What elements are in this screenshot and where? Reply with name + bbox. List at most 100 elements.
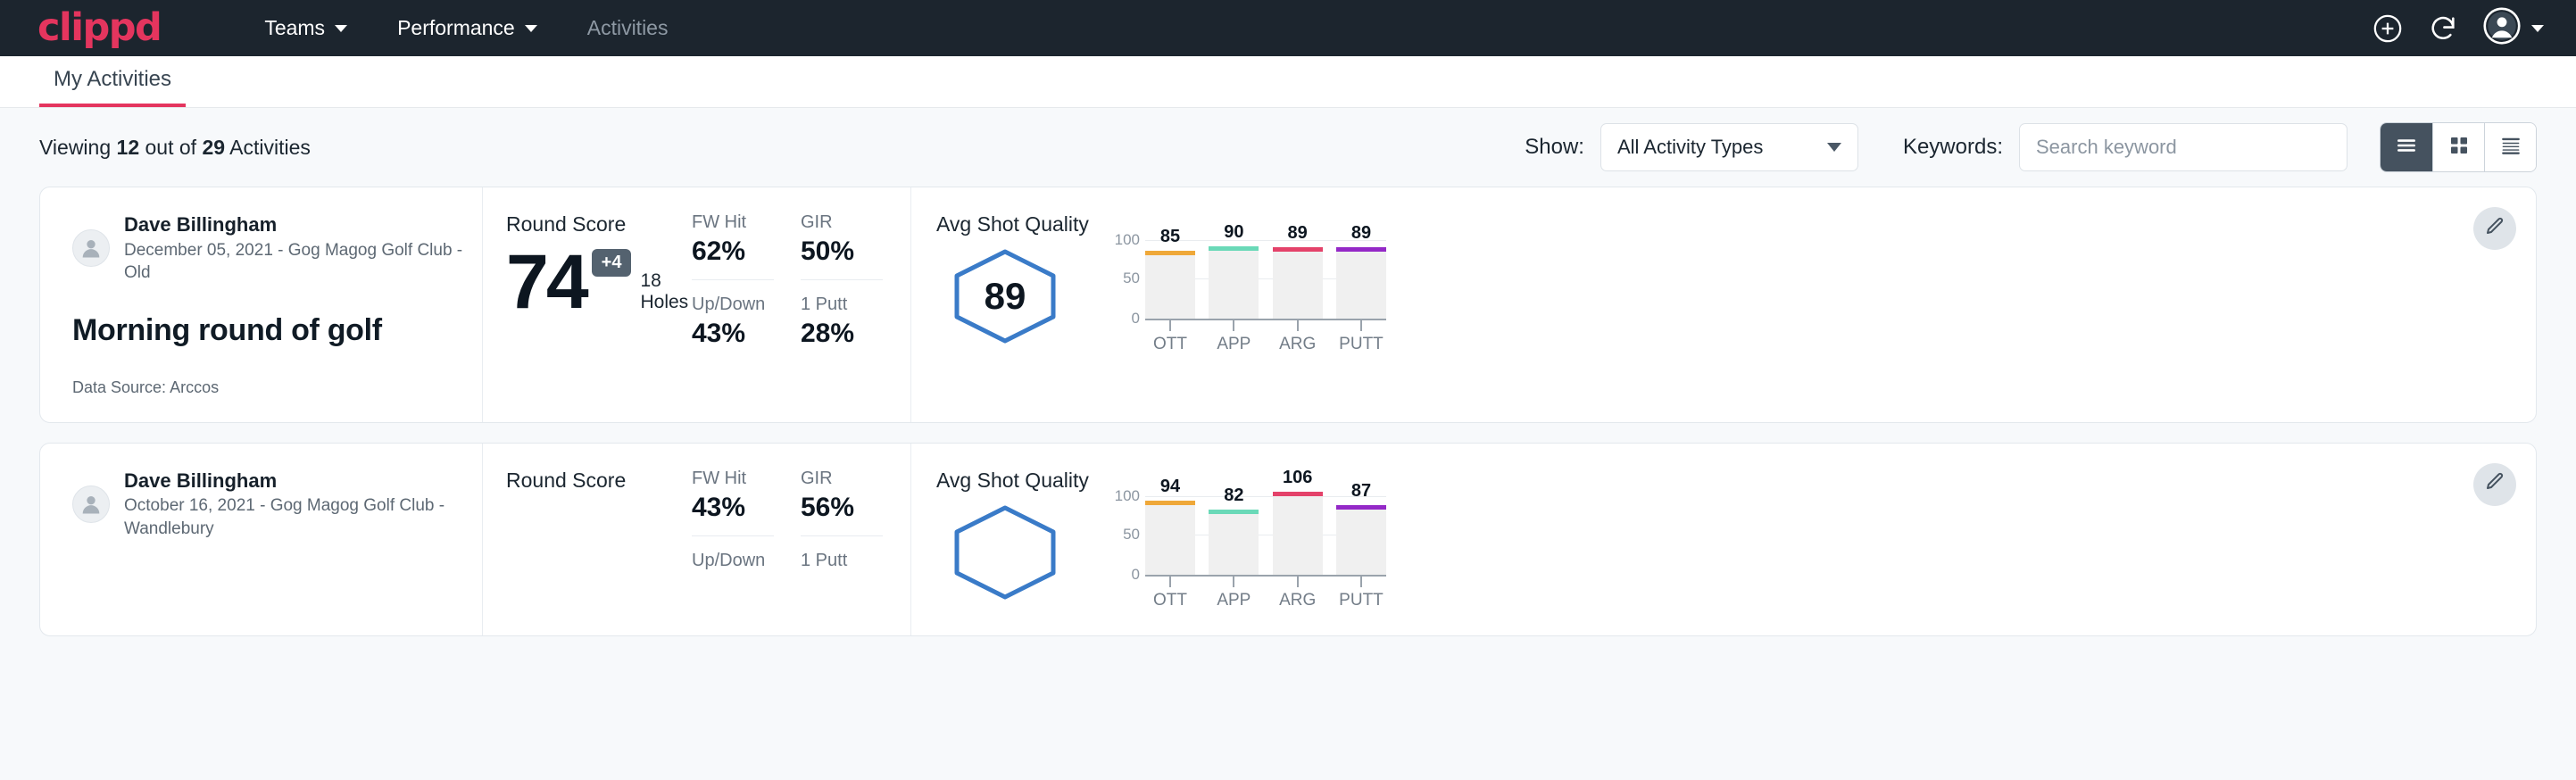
plus-circle-icon[interactable] [2372,13,2403,44]
x-label-app: APP [1209,335,1259,354]
nav-item-performance-label: Performance [397,16,515,40]
stat-label-1-putt: 1 Putt [801,295,883,315]
bar-slot-app: 82 [1209,494,1259,577]
search-input[interactable] [2019,123,2347,171]
x-label-putt: PUTT [1336,335,1386,354]
chart-y-axis: 100 50 0 [1108,494,1145,577]
activity-type-value: All Activity Types [1617,136,1827,159]
refresh-icon[interactable] [2428,13,2458,44]
viewing-middle: out of [139,136,202,159]
edit-activity-button[interactable] [2473,463,2516,506]
keywords-label: Keywords: [1903,135,2003,160]
chart-bars: 94 82 [1145,494,1386,577]
clippd-logo[interactable]: clippd [37,9,161,47]
activity-type-select[interactable]: All Activity Types [1600,123,1858,171]
nav-item-teams[interactable]: Teams [239,16,372,40]
bar-ott [1145,251,1195,319]
avg-shot-quality-body: 89 100 50 0 [936,238,2464,354]
edit-activity-button[interactable] [2473,207,2516,250]
stat-label-up-down: Up/Down [692,295,774,315]
score-differential-badge: +4 [592,249,632,277]
bar-value-app: 90 [1209,222,1259,243]
bar-app [1209,246,1259,319]
player-identity: Dave Billingham December 05, 2021 - Gog … [124,212,464,285]
bar-ott [1145,501,1195,575]
score-differential-badge [511,505,531,512]
x-tick-arg [1273,320,1323,331]
viewing-count: 12 [117,136,140,159]
nav-item-activities-label: Activities [587,16,669,40]
viewing-suffix: Activities [225,136,311,159]
round-score-row [506,500,683,512]
stat-value-fw-hit: 43% [692,493,774,523]
round-score-column: Round Score 74 +4 18 Holes [482,187,683,422]
view-mode-grid-button[interactable] [2432,123,2484,171]
filter-bar: Viewing 12 out of 29 Activities Show: Al… [39,108,2537,187]
account-menu[interactable] [2483,7,2544,49]
bar-cap-app [1209,510,1259,514]
activity-card[interactable]: Dave Billingham October 16, 2021 - Gog M… [39,443,2537,636]
compact-list-icon [2499,134,2522,162]
stat-value-gir: 56% [801,493,883,523]
y-tick-50: 50 [1123,270,1140,287]
y-tick-100: 100 [1115,231,1140,249]
bar-slot-arg: 106 [1273,494,1323,577]
bar-cap-putt [1336,505,1386,510]
stat-divider [692,279,774,280]
stat-value-fw-hit: 62% [692,236,774,267]
player-meta: October 16, 2021 - Gog Magog Golf Club -… [124,494,464,540]
chart-bars: 85 90 [1145,238,1386,320]
bar-slot-putt: 89 [1336,238,1386,320]
top-navbar: clippd Teams Performance Activities [0,0,2576,56]
stat-label-fw-hit: FW Hit [692,469,774,489]
stat-value-up-down: 43% [692,319,774,349]
bar-slot-putt: 87 [1336,494,1386,577]
chevron-down-icon [2531,25,2544,32]
player-identity: Dave Billingham October 16, 2021 - Gog M… [124,469,464,541]
nav-item-teams-label: Teams [264,16,325,40]
view-mode-compact-button[interactable] [2484,123,2536,171]
round-score-row: 74 +4 18 Holes [506,244,683,320]
chart-x-labels: OTT APP ARG PUTT [1145,335,1386,354]
bar-putt [1336,247,1386,319]
nav-item-activities[interactable]: Activities [562,16,694,40]
activity-player-column: Dave Billingham October 16, 2021 - Gog M… [40,444,482,635]
stat-group-left: FW Hit 43% Up/Down [692,469,774,610]
bar-cap-putt [1336,247,1386,252]
x-label-arg: ARG [1273,335,1323,354]
player-name: Dave Billingham [124,212,464,237]
bar-value-arg: 89 [1273,223,1323,244]
x-tick-ott [1145,577,1195,587]
stat-group-right: GIR 50% 1 Putt 28% [801,212,883,397]
bar-value-ott: 85 [1145,227,1195,247]
player-name: Dave Billingham [124,469,464,494]
activity-card[interactable]: Dave Billingham December 05, 2021 - Gog … [39,187,2537,423]
chevron-down-icon [525,25,537,32]
round-score-value: 74 [506,244,586,320]
quality-hexagon-value [952,504,1058,601]
tab-my-activities[interactable]: My Activities [39,67,186,107]
main-content: Viewing 12 out of 29 Activities Show: Al… [0,108,2576,780]
stat-value-gir: 50% [801,236,883,267]
view-mode-list-button[interactable] [2381,123,2432,171]
chart-plot-area: 100 50 0 85 [1108,238,1386,320]
bar-app [1209,510,1259,575]
shot-quality-bar-chart: 100 50 0 94 [1108,494,1386,610]
avg-shot-quality-body: 100 50 0 94 [936,494,2464,610]
activity-player-column: Dave Billingham December 05, 2021 - Gog … [40,187,482,422]
bar-cap-app [1209,246,1259,251]
bar-slot-app: 90 [1209,238,1259,320]
x-tick-putt [1336,577,1386,587]
nav-item-performance[interactable]: Performance [372,16,562,40]
avatar [72,485,110,523]
tab-my-activities-label: My Activities [54,67,171,91]
bar-value-arg: 106 [1273,468,1323,488]
x-tick-arg [1273,577,1323,587]
viewing-prefix: Viewing [39,136,117,159]
stat-label-gir: GIR [801,212,883,233]
chevron-down-icon [1827,143,1841,152]
stat-divider [692,535,774,536]
y-tick-50: 50 [1123,526,1140,544]
chart-bars-area: 94 82 [1145,494,1386,577]
chart-y-axis: 100 50 0 [1108,238,1145,320]
